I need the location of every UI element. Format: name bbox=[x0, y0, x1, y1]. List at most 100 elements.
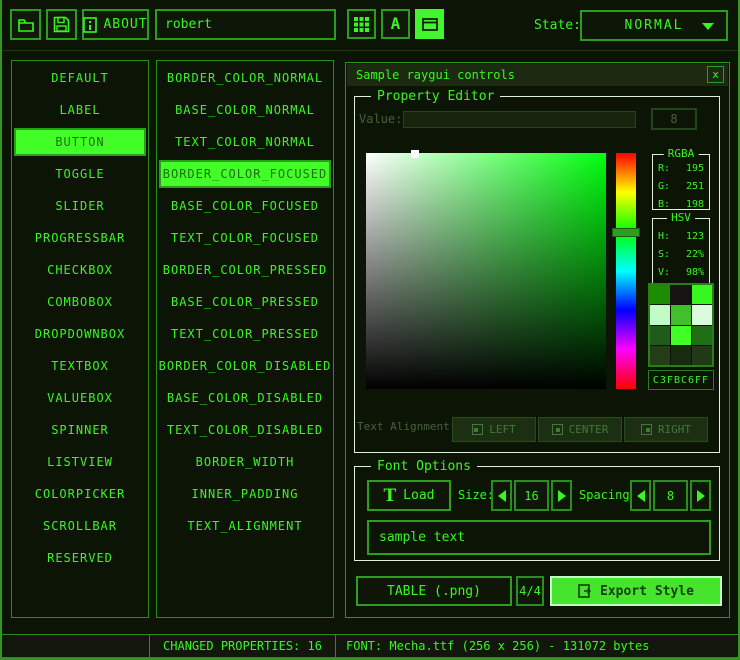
style-swatch-11[interactable] bbox=[692, 346, 712, 365]
controls-item-slider[interactable]: SLIDER bbox=[14, 192, 146, 220]
font-a-icon: A bbox=[391, 16, 401, 32]
pages-value-box[interactable]: 4/4 bbox=[516, 576, 544, 606]
rgba-group: RGBA R:195 G:251 B:198 bbox=[652, 154, 710, 210]
spacing-value-box[interactable]: 8 bbox=[653, 480, 688, 511]
controls-item-checkbox[interactable]: CHECKBOX bbox=[14, 256, 146, 284]
color-picker-cursor[interactable] bbox=[411, 150, 419, 158]
info-icon bbox=[83, 17, 97, 33]
property-item-border_color_pressed[interactable]: BORDER_COLOR_PRESSED bbox=[159, 256, 331, 284]
controls-item-scrollbar[interactable]: SCROLLBAR bbox=[14, 512, 146, 540]
property-item-border_color_disabled[interactable]: BORDER_COLOR_DISABLED bbox=[159, 352, 331, 380]
style-name-input[interactable] bbox=[155, 9, 336, 40]
font-info-label: FONT: Mecha.ttf (256 x 256) - 131072 byt… bbox=[346, 639, 649, 653]
align-left-button[interactable]: LEFT bbox=[452, 417, 536, 442]
align-left-label: LEFT bbox=[489, 423, 516, 436]
spacing-label: Spacing: bbox=[579, 488, 637, 502]
property-item-text_color_pressed[interactable]: TEXT_COLOR_PRESSED bbox=[159, 320, 331, 348]
font-load-button[interactable]: T Load bbox=[367, 480, 451, 511]
open-style-button[interactable] bbox=[10, 9, 41, 40]
h-value: 123 bbox=[686, 231, 704, 242]
statusbar-changed-properties: CHANGED PROPERTIES: 16 bbox=[149, 634, 336, 658]
property-item-base_color_normal[interactable]: BASE_COLOR_NORMAL bbox=[159, 96, 331, 124]
property-item-text_color_disabled[interactable]: TEXT_COLOR_DISABLED bbox=[159, 416, 331, 444]
controls-item-colorpicker[interactable]: COLORPICKER bbox=[14, 480, 146, 508]
controls-item-toggle[interactable]: TOGGLE bbox=[14, 160, 146, 188]
controls-item-textbox[interactable]: TEXTBOX bbox=[14, 352, 146, 380]
sample-text-box[interactable]: sample text bbox=[367, 520, 711, 555]
value-box[interactable]: 8 bbox=[651, 108, 697, 130]
spacing-decrease-button[interactable] bbox=[630, 480, 651, 511]
size-value-box[interactable]: 16 bbox=[514, 480, 549, 511]
align-center-label: CENTER bbox=[569, 423, 609, 436]
property-item-inner_padding[interactable]: INNER_PADDING bbox=[159, 480, 331, 508]
sample-controls-window: Sample raygui controls x Property Editor… bbox=[345, 62, 730, 618]
b-label: B: bbox=[658, 199, 670, 210]
controls-item-label[interactable]: LABEL bbox=[14, 96, 146, 124]
size-decrease-button[interactable] bbox=[491, 480, 512, 511]
properties-list: BORDER_COLOR_NORMAL BASE_COLOR_NORMAL TEXT… bbox=[156, 60, 334, 618]
controls-item-button[interactable]: BUTTON bbox=[14, 128, 146, 156]
arrow-left-icon bbox=[637, 490, 645, 502]
h-label: H: bbox=[658, 231, 670, 242]
arrow-right-icon bbox=[558, 490, 566, 502]
save-style-button[interactable] bbox=[46, 9, 77, 40]
style-swatch-1[interactable] bbox=[671, 285, 691, 304]
spacing-increase-button[interactable] bbox=[690, 480, 711, 511]
size-increase-button[interactable] bbox=[551, 480, 572, 511]
hue-bar[interactable] bbox=[616, 153, 636, 389]
export-format-dropdown[interactable]: TABLE (.png) bbox=[356, 576, 512, 606]
controls-item-valuebox[interactable]: VALUEBOX bbox=[14, 384, 146, 412]
state-dropdown-value: NORMAL bbox=[625, 18, 684, 33]
value-slider[interactable] bbox=[403, 111, 636, 128]
controls-item-reserved[interactable]: RESERVED bbox=[14, 544, 146, 572]
font-t-icon: T bbox=[384, 486, 397, 506]
window-titlebar[interactable]: Sample raygui controls bbox=[347, 64, 728, 86]
style-swatch-8[interactable] bbox=[692, 326, 712, 345]
style-table-view-button[interactable] bbox=[347, 9, 376, 39]
property-item-text_color_normal[interactable]: TEXT_COLOR_NORMAL bbox=[159, 128, 331, 156]
state-dropdown[interactable]: NORMAL bbox=[580, 10, 728, 41]
property-item-text_alignment[interactable]: TEXT_ALIGNMENT bbox=[159, 512, 331, 540]
property-item-text_color_focused[interactable]: TEXT_COLOR_FOCUSED bbox=[159, 224, 331, 252]
color-picker-panel[interactable] bbox=[366, 153, 606, 389]
align-right-button[interactable]: RIGHT bbox=[624, 417, 708, 442]
property-item-border_width[interactable]: BORDER_WIDTH bbox=[159, 448, 331, 476]
property-item-border_color_focused[interactable]: BORDER_COLOR_FOCUSED bbox=[159, 160, 331, 188]
style-swatch-7[interactable] bbox=[671, 326, 691, 345]
property-item-base_color_focused[interactable]: BASE_COLOR_FOCUSED bbox=[159, 192, 331, 220]
font-view-button[interactable]: A bbox=[381, 9, 410, 39]
text-alignment-label: Text Alignment: bbox=[357, 420, 452, 433]
align-center-button[interactable]: CENTER bbox=[538, 417, 622, 442]
hsv-group-label: HSV bbox=[667, 211, 695, 224]
about-button[interactable]: ABOUT bbox=[82, 9, 149, 40]
style-swatch-10[interactable] bbox=[671, 346, 691, 365]
property-item-border_color_normal[interactable]: BORDER_COLOR_NORMAL bbox=[159, 64, 331, 92]
window-title: Sample raygui controls bbox=[356, 68, 515, 82]
style-swatch-6[interactable] bbox=[650, 326, 670, 345]
controls-item-dropdownbox[interactable]: DROPDOWNBOX bbox=[14, 320, 146, 348]
style-swatch-2[interactable] bbox=[692, 285, 712, 304]
statusbar-font-info: FONT: Mecha.ttf (256 x 256) - 131072 byt… bbox=[335, 634, 740, 658]
controls-item-progressbar[interactable]: PROGRESSBAR bbox=[14, 224, 146, 252]
style-swatch-0[interactable] bbox=[650, 285, 670, 304]
arrow-right-icon bbox=[697, 490, 705, 502]
style-swatch-5[interactable] bbox=[692, 305, 712, 324]
property-item-base_color_disabled[interactable]: BASE_COLOR_DISABLED bbox=[159, 384, 331, 412]
controls-item-spinner[interactable]: SPINNER bbox=[14, 416, 146, 444]
close-icon[interactable]: x bbox=[707, 66, 724, 83]
style-swatch-3[interactable] bbox=[650, 305, 670, 324]
controls-item-default[interactable]: DEFAULT bbox=[14, 64, 146, 92]
property-editor-group-label: Property Editor bbox=[371, 89, 500, 104]
r-label: R: bbox=[658, 163, 670, 174]
hex-color-field[interactable]: C3FBC6FF bbox=[648, 370, 714, 390]
controls-item-listview[interactable]: LISTVIEW bbox=[14, 448, 146, 476]
statusbar-left-cell bbox=[0, 634, 150, 658]
hue-slider-handle[interactable] bbox=[612, 228, 640, 237]
controls-view-button[interactable] bbox=[415, 9, 444, 39]
export-style-button[interactable]: Export Style bbox=[550, 576, 722, 606]
style-swatch-4[interactable] bbox=[671, 305, 691, 324]
controls-item-combobox[interactable]: COMBOBOX bbox=[14, 288, 146, 316]
property-item-base_color_pressed[interactable]: BASE_COLOR_PRESSED bbox=[159, 288, 331, 316]
style-swatch-9[interactable] bbox=[650, 346, 670, 365]
sample-text-value: sample text bbox=[379, 530, 465, 545]
